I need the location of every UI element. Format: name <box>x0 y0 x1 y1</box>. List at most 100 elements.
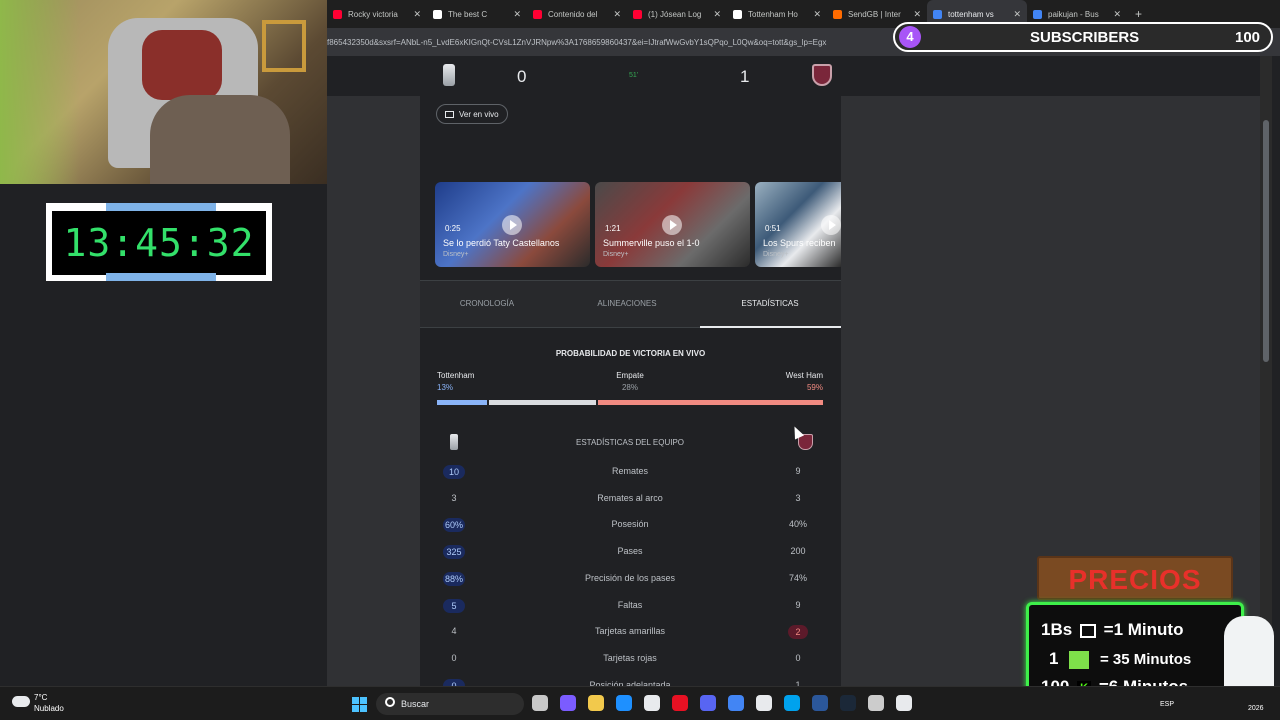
browser-tab[interactable]: Contenido del ✕ <box>527 0 627 28</box>
video-card-2[interactable]: 1:21 Summerville puso el 1-0 Disney+ <box>595 182 750 267</box>
taskbar-search-placeholder: Buscar <box>401 699 430 709</box>
match-panel: Ver en vivo 0:25 Se lo perdió Taty Caste… <box>420 96 841 686</box>
live-button[interactable]: Ver en vivo <box>436 104 508 124</box>
discord-icon[interactable] <box>700 695 716 711</box>
browser-tab[interactable]: Rocky victoria ✕ <box>327 0 427 28</box>
play-icon <box>502 215 522 235</box>
stat-row: 60% Posesión 40% <box>420 515 841 535</box>
price-line-2: 1 = 35 Minutos <box>1049 649 1191 669</box>
edge-icon[interactable] <box>616 695 632 711</box>
obs-icon[interactable] <box>896 695 912 711</box>
new-tab-icon[interactable]: + <box>1135 7 1142 21</box>
subscribers-goal: 100 <box>1235 29 1261 46</box>
tab-title: Tottenham Ho <box>748 9 798 19</box>
close-tab-icon[interactable]: ✕ <box>1013 9 1021 20</box>
close-tab-icon[interactable]: ✕ <box>513 9 521 20</box>
stat-row: 88% Precisión de los pases 74% <box>420 569 841 589</box>
price-line-1-left: 1Bs <box>1041 620 1073 639</box>
play-icon <box>662 215 682 235</box>
word-icon[interactable] <box>812 695 828 711</box>
play-icon <box>821 215 841 235</box>
video-duration: 1:21 <box>605 224 621 233</box>
tab-title: (1) Jósean Log <box>648 9 702 19</box>
win-prob-bar-home <box>437 400 487 405</box>
tab-favicon-icon <box>333 9 342 19</box>
home-score: 0 <box>517 67 527 86</box>
stat-home-value: 10 <box>443 465 465 479</box>
store-icon[interactable] <box>644 695 660 711</box>
webcam-person <box>150 95 290 184</box>
tray-lang[interactable]: ESP <box>1160 701 1174 708</box>
stat-home-value: 88% <box>443 571 465 586</box>
stat-name: Faltas <box>617 599 643 610</box>
video-duration: 0:25 <box>445 224 461 233</box>
tab-favicon-icon <box>833 9 842 19</box>
tab-alineaciones[interactable]: ALINEACIONES <box>560 299 694 308</box>
video-title: Summerville puso el 1-0 <box>603 238 700 248</box>
close-tab-icon[interactable]: ✕ <box>613 9 621 20</box>
weather-temp: 7°C <box>34 693 48 702</box>
tab-estadisticas[interactable]: ESTADÍSTICAS <box>700 299 840 308</box>
tab-title: tottenham vs <box>948 9 994 19</box>
task-view-icon[interactable] <box>532 695 548 711</box>
github-icon[interactable] <box>756 695 772 711</box>
stat-away-value: 40% <box>788 519 807 530</box>
weather-widget[interactable]: 7°C Nublado <box>12 692 72 716</box>
epic-games-icon[interactable] <box>868 695 884 711</box>
subscribers-label: SUBSCRIBERS <box>1030 29 1140 46</box>
steam-icon[interactable] <box>840 695 856 711</box>
tab-title: paikujan - Bus <box>1048 9 1099 19</box>
stat-away-value: 200 <box>790 546 806 557</box>
team-stats-title: ESTADÍSTICAS DEL EQUIPO <box>575 438 685 447</box>
cloud-icon <box>12 696 30 707</box>
stat-away-value: 9 <box>795 466 801 476</box>
browser-tab[interactable]: (1) Jósean Log ✕ <box>627 0 727 28</box>
video-card-3[interactable]: 0:51 Los Spurs reciben Disney+ <box>755 182 841 267</box>
price-line-1-right: =1 Minuto <box>1103 620 1184 639</box>
close-tab-icon[interactable]: ✕ <box>913 9 921 20</box>
sticky-scoreboard: 0 51' 1 <box>327 56 1260 96</box>
video-card-1[interactable]: 0:25 Se lo perdió Taty Castellanos Disne… <box>435 182 590 267</box>
search-icon <box>385 697 395 707</box>
close-tab-icon[interactable]: ✕ <box>713 9 721 20</box>
windows-start-icon[interactable] <box>352 697 367 712</box>
tab-title: Rocky victoria <box>348 9 398 19</box>
close-tab-icon[interactable]: ✕ <box>1113 9 1121 20</box>
close-tab-icon[interactable]: ✕ <box>813 9 821 20</box>
win-prob-draw-team: Empate <box>616 371 644 380</box>
gift-icon <box>1069 650 1090 669</box>
stat-row: 10 Remates 9 <box>420 462 841 482</box>
stat-away-value: 74% <box>788 572 807 583</box>
close-tab-icon[interactable]: ✕ <box>413 9 421 20</box>
taskbar-search[interactable]: Buscar <box>376 693 524 715</box>
timer-top-bar <box>106 203 216 211</box>
browser-tab[interactable]: The best C ✕ <box>427 0 527 28</box>
chrome-icon[interactable] <box>728 695 744 711</box>
browser-tab[interactable]: Tottenham Ho ✕ <box>727 0 827 28</box>
stat-home-value: 325 <box>443 545 465 560</box>
stat-name: Tarjetas amarillas <box>594 626 666 637</box>
tab-favicon-icon <box>1033 9 1042 19</box>
stat-row: 5 Faltas 9 <box>420 596 841 616</box>
stat-row: 4 Tarjetas amarillas 2 <box>420 622 841 642</box>
video-source: Disney+ <box>603 251 629 258</box>
file-explorer-icon[interactable] <box>588 695 604 711</box>
timer-bottom-bar <box>106 273 216 281</box>
stat-row: 325 Pases 200 <box>420 542 841 562</box>
win-prob-bar-away <box>597 400 823 405</box>
stat-home-value: 0 <box>451 652 457 663</box>
webcam-feed <box>0 0 327 184</box>
stat-row: 0 Tarjetas rojas 0 <box>420 649 841 669</box>
countdown-timer: 13:45:32 <box>46 203 272 281</box>
url-text[interactable]: f865432350d&sxsrf=ANbL-n5_LvdE6xKIGnQt-C… <box>327 38 887 47</box>
webcam-mask <box>142 30 222 100</box>
scrollbar-thumb[interactable] <box>1263 120 1269 362</box>
app-icon[interactable] <box>784 695 800 711</box>
tab-title: Contenido del <box>548 9 598 19</box>
tray-year[interactable]: 2026 <box>1248 705 1264 712</box>
win-prob-home-team: Tottenham <box>437 371 475 380</box>
opera-icon[interactable] <box>672 695 688 711</box>
tab-cronologia[interactable]: CRONOLOGÍA <box>420 299 554 308</box>
tab-title: The best C <box>448 9 488 19</box>
copilot-icon[interactable] <box>560 695 576 711</box>
